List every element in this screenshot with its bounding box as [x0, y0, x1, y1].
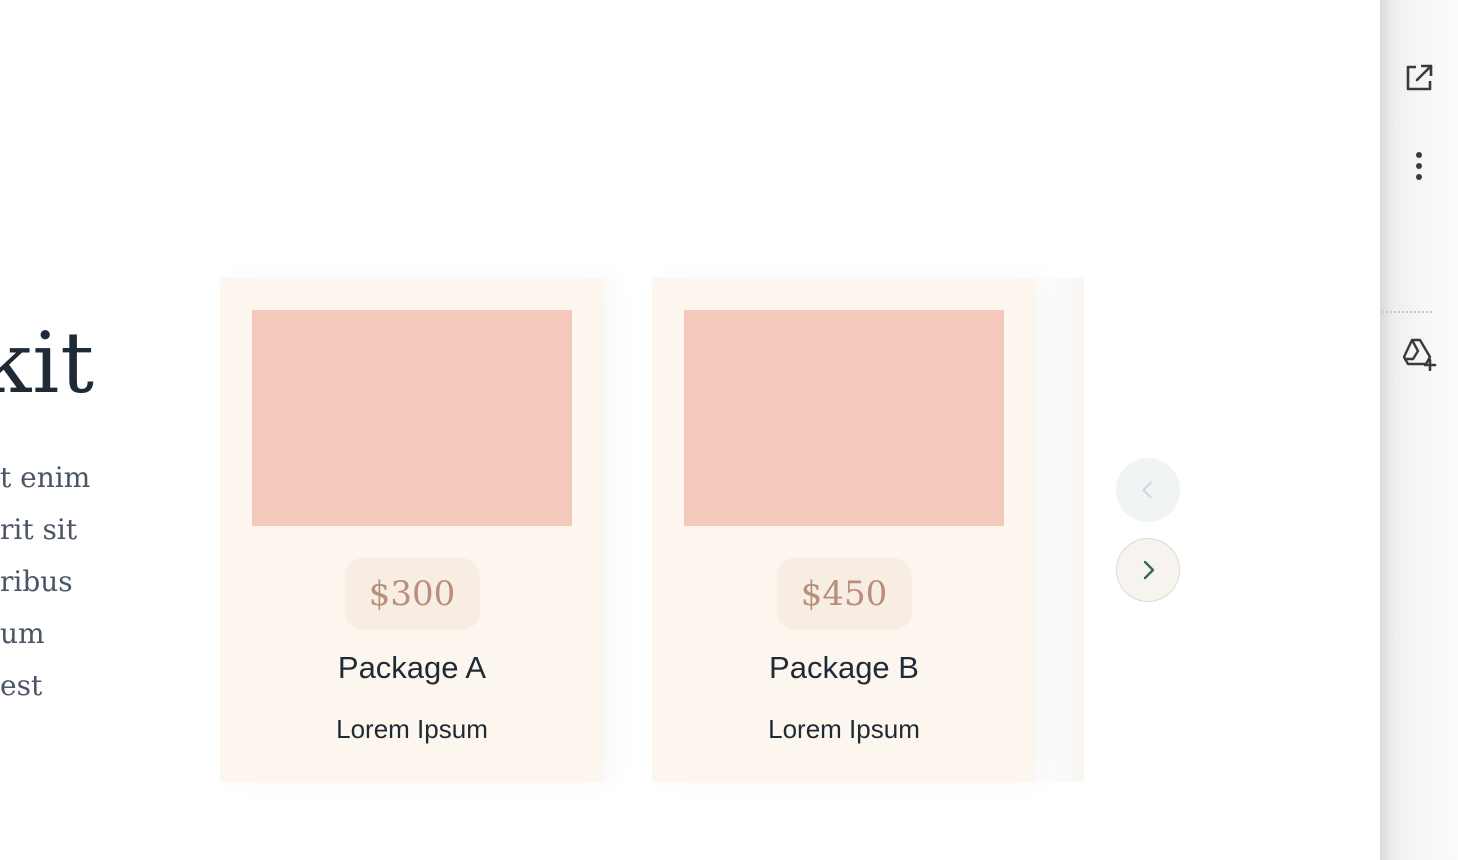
price-badge: $300: [344, 558, 480, 630]
hero-body-line: ribus: [0, 565, 73, 598]
price-badge: $450: [776, 558, 912, 630]
more-options-button[interactable]: [1380, 142, 1458, 190]
page-content: kit t enim rit sit ribus um est $300 Pac…: [0, 0, 1380, 860]
price-text: $450: [800, 574, 888, 614]
browser-side-panel: [1380, 0, 1458, 860]
hero-body: t enim rit sit ribus um est: [0, 452, 100, 712]
hero-title: kit: [0, 314, 95, 412]
package-image-placeholder: [252, 310, 572, 526]
add-to-drive-button[interactable]: [1380, 330, 1458, 378]
hero-body-line: est: [0, 669, 43, 702]
price-text: $300: [368, 574, 456, 614]
package-description: Lorem Ipsum: [768, 714, 920, 744]
carousel-next-button[interactable]: [1116, 538, 1180, 602]
package-image-placeholder: [684, 310, 1004, 526]
open-external-icon: [1406, 64, 1433, 91]
package-title: Package A: [337, 650, 487, 685]
next-card-peek: [1036, 278, 1084, 782]
hero-body-line: um: [0, 617, 45, 650]
chevron-left-icon: [1142, 481, 1152, 499]
side-panel-divider: [1382, 311, 1432, 313]
package-card-a[interactable]: $300 Package A Lorem Ipsum: [220, 278, 604, 782]
carousel-prev-button[interactable]: [1116, 458, 1180, 522]
more-vertical-icon: [1416, 152, 1422, 180]
open-external-button[interactable]: [1380, 54, 1458, 102]
package-card-b[interactable]: $450 Package B Lorem Ipsum: [652, 278, 1036, 782]
chevron-right-icon: [1143, 560, 1155, 580]
package-title: Package B: [769, 650, 919, 685]
hero-body-line: rit sit: [0, 513, 78, 546]
add-to-drive-icon: [1402, 338, 1437, 371]
hero-body-line: t enim: [0, 461, 91, 494]
package-description: Lorem Ipsum: [336, 714, 488, 744]
